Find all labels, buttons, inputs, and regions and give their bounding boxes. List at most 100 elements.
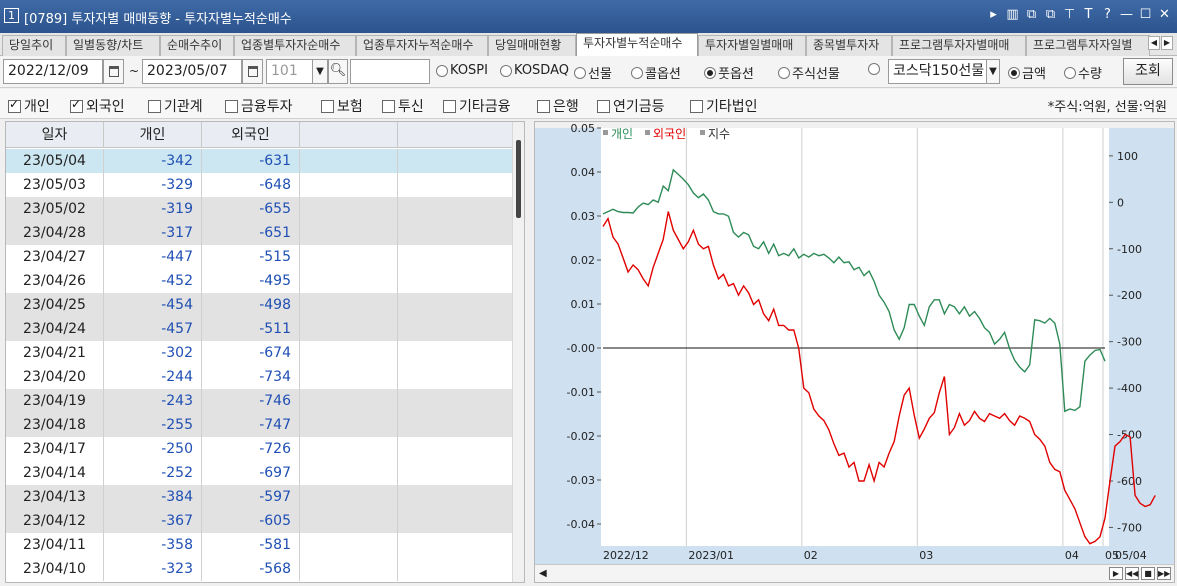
- layout-icon[interactable]: ▥: [1006, 7, 1019, 22]
- table-row[interactable]: 23/04/19 -243 -746: [6, 389, 514, 413]
- tab-stock-investor[interactable]: 종목별투자자: [806, 35, 892, 56]
- table-row[interactable]: 23/04/13 -384 -597: [6, 485, 514, 509]
- close-icon[interactable]: ✕: [1158, 7, 1171, 22]
- minimize-icon[interactable]: —: [1120, 7, 1133, 22]
- pin-icon[interactable]: ⊤: [1063, 7, 1076, 22]
- tab-daily-trend[interactable]: 당일추이: [2, 35, 66, 56]
- radio-put-option[interactable]: 풋옵션: [704, 63, 754, 82]
- radio-index[interactable]: [868, 63, 882, 75]
- query-button[interactable]: 조회: [1123, 58, 1173, 85]
- check-foreigner[interactable]: 외국인: [70, 96, 125, 116]
- index-select[interactable]: 코스닥150선물: [888, 59, 988, 84]
- table-row[interactable]: 23/04/11 -358 -581: [6, 533, 514, 557]
- table-row[interactable]: 23/05/02 -319 -655: [6, 197, 514, 221]
- tab-sector-cumulative[interactable]: 업종투자자누적순매수: [356, 35, 488, 56]
- table-row[interactable]: 23/05/04 -342 -631: [6, 149, 514, 173]
- chart-stop-icon[interactable]: ■: [1141, 567, 1155, 580]
- tab-prev-icon[interactable]: ◀: [1148, 36, 1160, 50]
- table-row[interactable]: 23/04/24 -457 -511: [6, 317, 514, 341]
- scroll-left-icon[interactable]: ◀: [539, 568, 547, 579]
- radio-amount[interactable]: 금액: [1008, 63, 1046, 82]
- tab-daily-chart[interactable]: 일별동향/차트: [66, 35, 160, 56]
- radio-call-option[interactable]: 콜옵션: [631, 63, 681, 82]
- tile-icon[interactable]: ⧉: [1025, 7, 1038, 22]
- help-icon[interactable]: ?: [1101, 7, 1114, 22]
- cell-date: 23/04/26: [6, 269, 104, 293]
- chart-rewind-icon[interactable]: ◀◀: [1125, 567, 1139, 580]
- table-row[interactable]: 23/04/25 -454 -498: [6, 293, 514, 317]
- left-tick-label: 0.04: [571, 166, 596, 179]
- copy-icon[interactable]: ⧉: [1044, 7, 1057, 22]
- tab-investor-cumulative[interactable]: 투자자별누적순매수: [576, 33, 698, 56]
- radio-quantity[interactable]: 수량: [1064, 63, 1102, 82]
- check-other-corp[interactable]: 기타법인: [690, 96, 758, 116]
- cell-individual: -367: [104, 509, 202, 533]
- count-dropdown-icon[interactable]: ▼: [312, 59, 328, 84]
- window-controls: ▸ ▥ ⧉ ⧉ ⊤ T ? — ☐ ✕: [987, 7, 1171, 22]
- check-bank[interactable]: 은행: [537, 96, 579, 116]
- table-row[interactable]: 23/04/18 -255 -747: [6, 413, 514, 437]
- table-row[interactable]: 23/04/21 -302 -674: [6, 341, 514, 365]
- cell-empty: [300, 485, 398, 509]
- start-calendar-icon[interactable]: [103, 59, 124, 84]
- check-institution[interactable]: 기관계: [148, 96, 203, 116]
- chart-forward-icon[interactable]: ▶▶: [1157, 567, 1171, 580]
- link-icon[interactable]: ▸: [987, 7, 1000, 22]
- check-other-financial[interactable]: 기타금융: [443, 96, 511, 116]
- table-row[interactable]: 23/04/10 -323 -568: [6, 557, 514, 581]
- radio-kospi[interactable]: KOSPI: [436, 63, 488, 78]
- radio-kosdaq[interactable]: KOSDAQ: [500, 63, 569, 78]
- radio-label-kospi: KOSPI: [450, 63, 488, 78]
- end-date-input[interactable]: 2023/05/07: [142, 59, 242, 84]
- table-row[interactable]: 23/04/26 -452 -495: [6, 269, 514, 293]
- left-tick-label: 0.01: [571, 298, 596, 311]
- table-row[interactable]: 23/04/12 -367 -605: [6, 509, 514, 533]
- check-label-foreigner: 외국인: [86, 99, 125, 115]
- radio-stock-futures[interactable]: 주식선물: [778, 63, 840, 82]
- cell-empty: [300, 509, 398, 533]
- check-pension[interactable]: 연기금등: [597, 96, 665, 116]
- check-individual[interactable]: 개인: [8, 96, 50, 116]
- table-row[interactable]: 23/04/14 -252 -697: [6, 461, 514, 485]
- radio-label-put: 풋옵션: [718, 67, 754, 82]
- cell-empty: [398, 341, 514, 365]
- cell-empty: [398, 269, 514, 293]
- chart-scrollbar[interactable]: ◀ ▶ ◀◀ ■ ▶▶: [535, 564, 1174, 582]
- tab-program-investor[interactable]: 프로그램투자자별매매: [892, 35, 1026, 56]
- legend-label: 외국인: [653, 127, 686, 141]
- maximize-icon[interactable]: ☐: [1139, 7, 1152, 22]
- header-foreigner[interactable]: 외국인: [202, 122, 300, 148]
- cell-individual: -329: [104, 173, 202, 197]
- cell-empty: [398, 149, 514, 173]
- tab-today-status[interactable]: 당일매매현황: [488, 35, 576, 56]
- scrollbar-thumb[interactable]: [516, 140, 521, 218]
- cell-empty: [398, 293, 514, 317]
- chart-play-icon[interactable]: ▶: [1109, 567, 1123, 580]
- check-insurance[interactable]: 보험: [321, 96, 363, 116]
- table-row[interactable]: 23/04/17 -250 -726: [6, 437, 514, 461]
- code-search-input[interactable]: [350, 59, 430, 84]
- tab-net-buy-trend[interactable]: 순매수추이: [160, 35, 234, 56]
- table-row[interactable]: 23/04/28 -317 -651: [6, 221, 514, 245]
- count-input[interactable]: 101: [266, 59, 316, 84]
- tab-next-icon[interactable]: ▶: [1161, 36, 1173, 50]
- table-scrollbar[interactable]: [512, 122, 524, 582]
- table-row[interactable]: 23/04/20 -244 -734: [6, 365, 514, 389]
- check-financial-investment[interactable]: 금융투자: [225, 96, 293, 116]
- search-icon[interactable]: 🔍︎: [328, 59, 348, 84]
- table-row[interactable]: 23/05/03 -329 -648: [6, 173, 514, 197]
- tab-sector-investor[interactable]: 업종별투자자순매수: [234, 35, 356, 56]
- end-calendar-icon[interactable]: [242, 59, 263, 84]
- header-individual[interactable]: 개인: [104, 122, 202, 148]
- font-size-icon[interactable]: T: [1082, 7, 1095, 22]
- tab-investor-daily[interactable]: 투자자별일별매매: [698, 35, 806, 56]
- check-investment-trust[interactable]: 투신: [382, 96, 424, 116]
- table-row[interactable]: 23/04/27 -447 -515: [6, 245, 514, 269]
- index-dropdown-icon[interactable]: ▼: [986, 59, 1000, 84]
- cell-empty: [300, 317, 398, 341]
- header-date[interactable]: 일자: [6, 122, 104, 148]
- cell-empty: [398, 413, 514, 437]
- start-date-input[interactable]: 2022/12/09: [3, 59, 103, 84]
- radio-futures[interactable]: 선물: [574, 63, 612, 82]
- tab-program-daily[interactable]: 프로그램투자자일별: [1026, 35, 1150, 56]
